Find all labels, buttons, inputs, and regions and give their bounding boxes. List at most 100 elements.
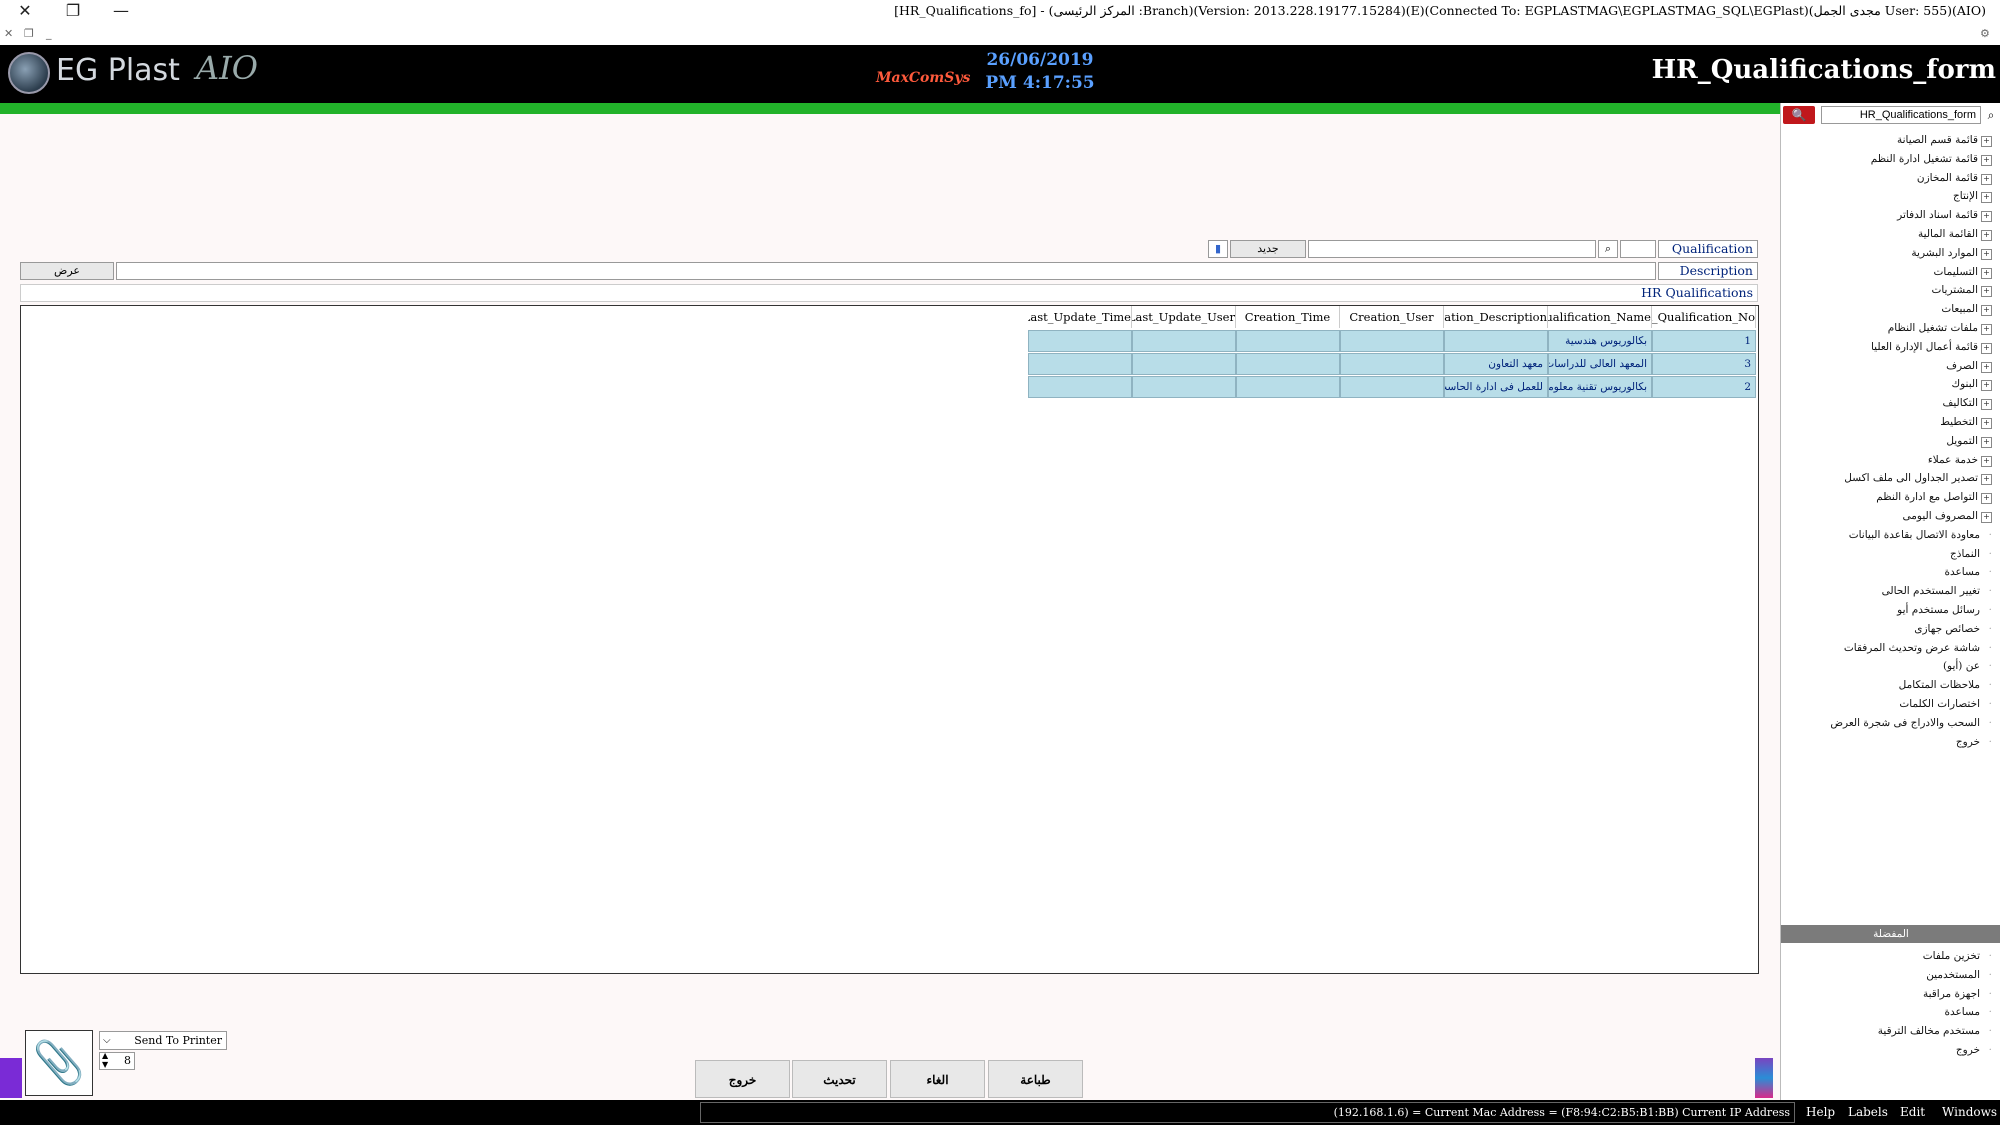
- sidebar-item[interactable]: +المشتريات: [1931, 281, 1992, 299]
- sidebar-item[interactable]: · رسائل مستخدم أيو: [1897, 601, 1992, 619]
- menu-help[interactable]: Help: [1806, 1102, 1835, 1123]
- qualification-name-input[interactable]: [1308, 240, 1596, 258]
- sidebar-item[interactable]: · اختصارات الكلمات: [1899, 695, 1992, 713]
- lookup-search-icon[interactable]: ⌕: [1598, 240, 1618, 258]
- sidebar-item[interactable]: +التسليمات: [1934, 263, 1992, 281]
- grid-cell[interactable]: [1028, 376, 1132, 398]
- grid-cell[interactable]: [1340, 376, 1444, 398]
- grid-cell[interactable]: 2: [1652, 376, 1756, 398]
- favorite-item[interactable]: · المستخدمين: [1926, 966, 1992, 984]
- sidebar-item[interactable]: · مساعدة: [1945, 563, 1992, 581]
- printer-select[interactable]: ⌵ Send To Printer: [99, 1031, 227, 1050]
- attachment-paperclip-icon[interactable]: 📎: [25, 1030, 93, 1096]
- grid-cell[interactable]: المعهد العالى للدراسات: [1548, 353, 1652, 375]
- sidebar-item[interactable]: +التخطيط: [1940, 413, 1992, 431]
- sidebar-item[interactable]: · خروج: [1956, 733, 1992, 751]
- sidebar-item[interactable]: +المصروف اليومى: [1903, 507, 1992, 525]
- sidebar-item[interactable]: · النماذج: [1950, 545, 1992, 563]
- sidebar-item[interactable]: +القائمة المالية: [1918, 225, 1992, 243]
- sidebar-item[interactable]: +الصرف: [1946, 357, 1992, 375]
- side-tab-icon[interactable]: [0, 1058, 22, 1098]
- grid-cell[interactable]: 1: [1652, 330, 1756, 352]
- new-button[interactable]: جديد: [1230, 240, 1306, 258]
- grid-cell[interactable]: بكالوريوس تقنية معلومات: [1548, 376, 1652, 398]
- grid-cell[interactable]: [1236, 330, 1340, 352]
- sidebar-item[interactable]: · ملاحظات المتكامل: [1899, 676, 1992, 694]
- cancel-button[interactable]: الغاء: [890, 1060, 985, 1098]
- refresh-button[interactable]: تحديث: [792, 1060, 887, 1098]
- grid-cell[interactable]: [1236, 353, 1340, 375]
- qualification-no-input[interactable]: [1620, 240, 1656, 258]
- sidebar-item[interactable]: +التواصل مع ادارة النظم: [1876, 488, 1992, 506]
- sidebar-item[interactable]: +قائمة المخازن: [1917, 169, 1992, 187]
- description-input[interactable]: [116, 262, 1656, 280]
- copies-stepper[interactable]: ▲ ▼ 8: [99, 1051, 135, 1070]
- mdi-minimize-icon[interactable]: _: [46, 27, 52, 40]
- menu-labels[interactable]: Labels: [1848, 1102, 1888, 1123]
- favorite-item[interactable]: · خروج: [1956, 1041, 1992, 1059]
- sidebar-item[interactable]: · تغيير المستخدم الحالى: [1882, 582, 1992, 600]
- exit-button[interactable]: خروج: [695, 1060, 790, 1098]
- sidebar-item[interactable]: +البنوك: [1951, 375, 1992, 393]
- grid-cell[interactable]: للعمل فى ادارة الحاسب: [1444, 376, 1548, 398]
- minimize-icon[interactable]: —: [98, 0, 144, 22]
- stepper-arrows-icon[interactable]: ▲ ▼: [102, 1051, 108, 1069]
- favorite-item[interactable]: · تخزين ملفات: [1923, 947, 1992, 965]
- sidebar-item[interactable]: +تصدير الجداول الى ملف اكسل: [1844, 469, 1992, 487]
- grid-cell[interactable]: بكالوريوس هندسية: [1548, 330, 1652, 352]
- view-button[interactable]: عرض: [20, 262, 114, 280]
- sidebar-item[interactable]: +قائمة أعمال الإدارة العليا: [1871, 338, 1992, 356]
- mdi-close-icon[interactable]: ✕: [4, 27, 13, 40]
- grid-cell[interactable]: [1340, 330, 1444, 352]
- search-button[interactable]: 🔍: [1783, 106, 1815, 124]
- sidebar-item-label: قائمة أعمال الإدارة العليا: [1870, 340, 1978, 353]
- sidebar-item[interactable]: +قائمة تشغيل ادارة النظم: [1871, 150, 1992, 168]
- chevron-down-icon: ⌵: [103, 1035, 111, 1046]
- sidebar-search-input[interactable]: [1821, 106, 1981, 124]
- column-header[interactable]: HR_Qualification_No: [1652, 306, 1756, 328]
- leaf-icon: ·: [1988, 968, 1992, 981]
- column-header[interactable]: Qualification_Description: [1444, 306, 1548, 328]
- close-icon[interactable]: ✕: [2, 0, 48, 22]
- sidebar-item[interactable]: · السحب والادراج فى شجرة العرض: [1830, 714, 1992, 732]
- sidebar-item[interactable]: · عن (أيو): [1943, 657, 1992, 675]
- sidebar-item[interactable]: +قائمة قسم الصيانة: [1897, 131, 1992, 149]
- mdi-restore-icon[interactable]: ❐: [24, 27, 34, 40]
- sidebar-item[interactable]: +قائمة اسناد الدفاتر: [1897, 206, 1992, 224]
- restore-icon[interactable]: ❐: [50, 0, 96, 22]
- print-button[interactable]: طباعة: [988, 1060, 1083, 1098]
- column-header[interactable]: Last_Update_User: [1132, 306, 1236, 328]
- sidebar-item[interactable]: +الموارد البشرية: [1911, 244, 1992, 262]
- grid-cell[interactable]: [1132, 330, 1236, 352]
- grid-cell[interactable]: [1236, 376, 1340, 398]
- grid-cell[interactable]: [1444, 330, 1548, 352]
- sidebar-item[interactable]: +التكاليف: [1942, 394, 1992, 412]
- column-header[interactable]: Last_Update_Time: [1028, 306, 1132, 328]
- grid-cell[interactable]: 3: [1652, 353, 1756, 375]
- sidebar-item[interactable]: · خصائص جهازى: [1914, 620, 1992, 638]
- grid-cell[interactable]: [1028, 330, 1132, 352]
- favorite-item[interactable]: · مساعدة: [1945, 1003, 1992, 1021]
- favorite-item[interactable]: · مستخدم مخالف الترقية: [1878, 1022, 1992, 1040]
- favorite-item[interactable]: · اجهزة مراقبة: [1923, 985, 1992, 1003]
- column-header[interactable]: Creation_Time: [1236, 306, 1340, 328]
- column-header[interactable]: HR_Qualification_Name: [1548, 306, 1652, 328]
- menu-windows[interactable]: Windows: [1942, 1102, 1997, 1123]
- sidebar-item[interactable]: +الإنتاج: [1953, 187, 1992, 205]
- grid-cell[interactable]: [1132, 353, 1236, 375]
- sidebar-item[interactable]: · شاشة عرض وتحديث المرفقات: [1844, 639, 1992, 657]
- sidebar-item[interactable]: +المبيعات: [1941, 300, 1992, 318]
- settings-icon[interactable]: ⚙: [1980, 27, 1990, 40]
- grid-cell[interactable]: معهد التعاون: [1444, 353, 1548, 375]
- sidebar-item[interactable]: +خدمة عملاء: [1928, 451, 1992, 469]
- column-header[interactable]: Creation_User: [1340, 306, 1444, 328]
- sidebar-item[interactable]: +التمويل: [1946, 432, 1992, 450]
- search-icon[interactable]: ⌕: [1983, 106, 1999, 124]
- grid-cell[interactable]: [1028, 353, 1132, 375]
- grid-cell[interactable]: [1132, 376, 1236, 398]
- menu-edit[interactable]: Edit: [1900, 1102, 1925, 1123]
- sidebar-item[interactable]: +ملفات تشغيل النظام: [1888, 319, 1992, 337]
- record-icon[interactable]: ▮: [1208, 240, 1228, 258]
- grid-cell[interactable]: [1340, 353, 1444, 375]
- sidebar-item[interactable]: · معاودة الاتصال بقاعدة البيانات: [1849, 526, 1992, 544]
